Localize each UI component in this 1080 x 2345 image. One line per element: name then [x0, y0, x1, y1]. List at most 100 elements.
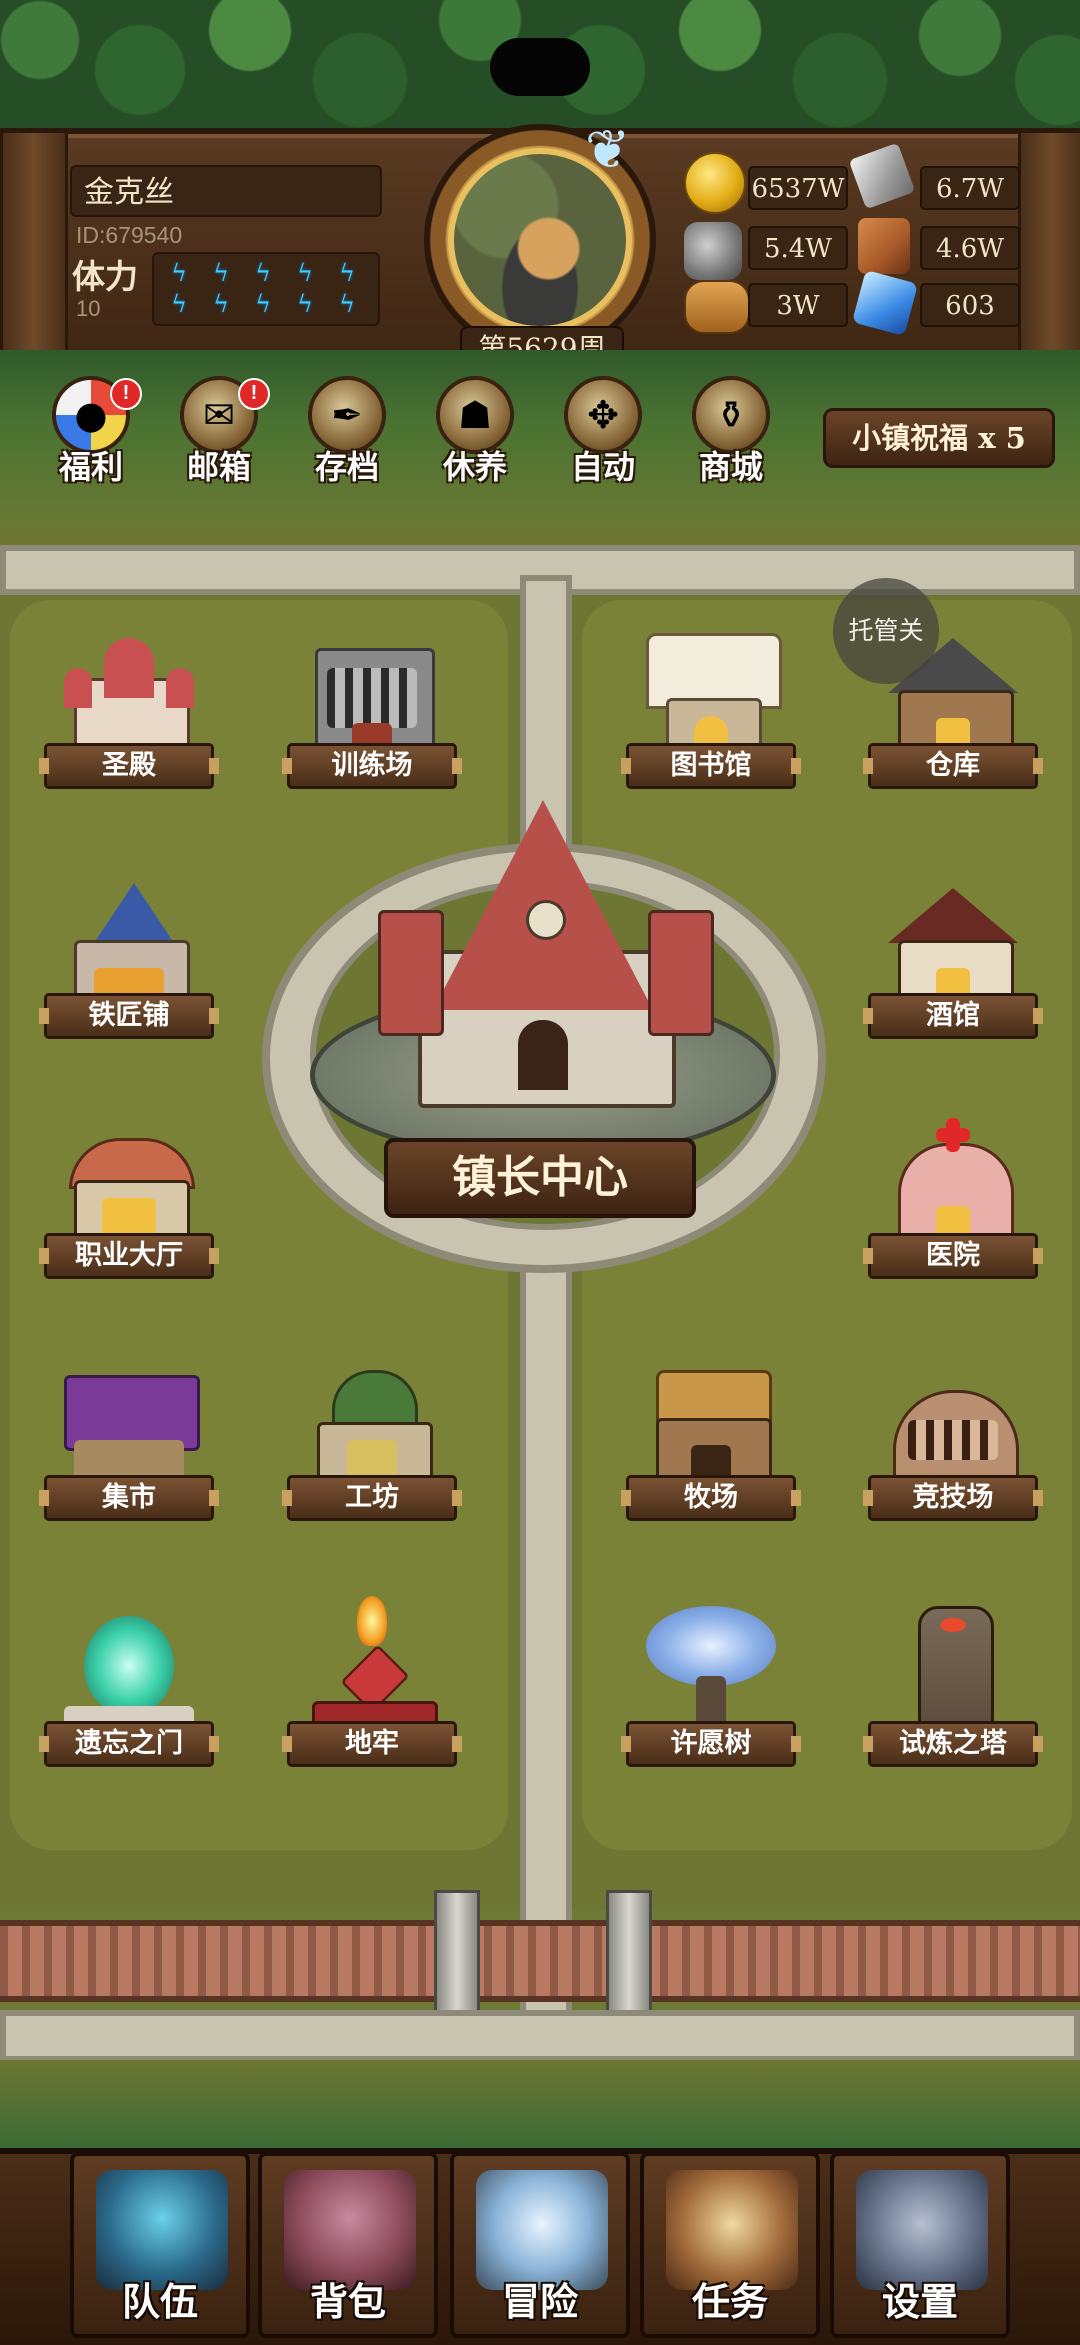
building-label: 训练场: [282, 743, 462, 789]
stamina-bolt-icon: ϟ: [171, 259, 187, 287]
stamina-bolt-icon: ϟ: [255, 259, 271, 287]
arena-art: [888, 1360, 1019, 1496]
stamina-bolt-icon: ϟ: [171, 290, 187, 318]
workshop-art: [307, 1360, 437, 1496]
nav-team-button[interactable]: 队伍: [70, 2152, 250, 2338]
building-label: 图书馆: [621, 743, 801, 789]
building-label: 酒馆: [863, 993, 1043, 1039]
nav-settings-button[interactable]: 设置: [830, 2152, 1010, 2338]
building-hospital[interactable]: 医院: [863, 1108, 1043, 1298]
road-lower: [0, 2010, 1080, 2062]
building-label: 牧场: [621, 1475, 801, 1521]
building-label: 地牢: [282, 1721, 462, 1767]
nav-label: 设置: [881, 2279, 958, 2324]
stamina-bolt-icon: ϟ: [339, 290, 355, 318]
building-arena[interactable]: 竞技场: [863, 1350, 1043, 1540]
player-name: 金克丝: [70, 165, 382, 217]
camera-notch: [490, 38, 590, 96]
menu-shop[interactable]: ⚱ 商城: [670, 376, 792, 488]
town-hall-window: [526, 900, 566, 940]
auto-trustee-toggle[interactable]: 托管关: [833, 578, 939, 684]
stamina-bar: ϟϟϟϟϟϟϟϟϟϟ: [152, 252, 380, 326]
building-label: 许愿树: [621, 1721, 801, 1767]
blacksmith-art: [64, 878, 194, 1014]
building-tavern[interactable]: 酒馆: [863, 868, 1043, 1058]
building-label: 试炼之塔: [863, 1721, 1043, 1767]
stamina-bolt-icon: ϟ: [213, 259, 229, 287]
building-label: 仓库: [863, 743, 1043, 789]
gate-post-right: [606, 1890, 652, 2016]
stamina-value: 10: [76, 296, 101, 321]
left-pillar: [0, 130, 68, 366]
forgotten-gate-art: [64, 1606, 194, 1736]
menu-label: 休养: [442, 448, 507, 486]
nav-label: 冒险: [501, 2279, 578, 2324]
building-job-hall[interactable]: 职业大厅: [39, 1108, 219, 1298]
holy-hall-art: [64, 628, 194, 764]
hospital-art: [888, 1118, 1018, 1254]
trial-tower-art: [888, 1606, 1018, 1742]
stamina-bolt-icon: ϟ: [297, 290, 313, 318]
town-hall-label[interactable]: 镇长中心: [384, 1138, 696, 1218]
nav-quest-button[interactable]: 任务: [640, 2152, 820, 2338]
leather-hide-icon: [858, 218, 910, 274]
menu-rest[interactable]: ☗ 休养: [414, 376, 536, 488]
building-blacksmith[interactable]: 铁匠铺: [39, 868, 219, 1058]
town-hall-wing-left: [378, 910, 444, 1036]
town-hall-building[interactable]: [378, 800, 714, 1130]
market-art: [64, 1360, 200, 1490]
wishing-tree-art: [646, 1606, 776, 1736]
building-wishing-tree[interactable]: 许愿树: [621, 1596, 801, 1786]
building-label: 集市: [39, 1475, 219, 1521]
library-art: [646, 628, 782, 764]
menu-welfare[interactable]: ● ! 福利: [30, 376, 152, 488]
ranch-art: [646, 1360, 776, 1496]
town-hall-door: [518, 1020, 568, 1090]
nav-label: 队伍: [121, 2279, 198, 2324]
building-label: 医院: [863, 1233, 1043, 1279]
job-hall-art: [64, 1118, 195, 1254]
stamina-bolt-icon: ϟ: [297, 259, 313, 287]
iron-amount: 6.7W: [920, 166, 1020, 210]
forest-bottom: [0, 2060, 1080, 2150]
nav-adventure-button[interactable]: 冒险: [450, 2152, 630, 2338]
menu-save[interactable]: ✒ 存档: [286, 376, 408, 488]
building-dungeon[interactable]: 地牢: [282, 1596, 462, 1786]
menu-auto[interactable]: ✥ 自动: [542, 376, 664, 488]
nav-backpack-button[interactable]: 背包: [258, 2152, 438, 2338]
building-label: 圣殿: [39, 743, 219, 789]
nav-label: 任务: [691, 2279, 768, 2324]
building-workshop[interactable]: 工坊: [282, 1350, 462, 1540]
menu-label: 邮箱: [186, 448, 251, 486]
alert-badge: !: [110, 378, 142, 410]
building-label: 工坊: [282, 1475, 462, 1521]
gate-post-left: [434, 1890, 480, 2016]
stone-amount: 5.4W: [748, 226, 848, 270]
right-pillar: [1018, 130, 1080, 366]
town-fence: [0, 1920, 1080, 2002]
alert-badge: !: [238, 378, 270, 410]
dungeon-art: [307, 1596, 438, 1742]
wood-log-icon: [684, 280, 750, 334]
building-forgotten-gate[interactable]: 遗忘之门: [39, 1596, 219, 1786]
building-label: 竞技场: [863, 1475, 1043, 1521]
stamina-bolt-icon: ϟ: [339, 259, 355, 287]
stamina-bolt-icon: ϟ: [213, 290, 229, 318]
town-blessing-button[interactable]: 小镇祝福 x 5: [823, 408, 1055, 468]
menu-mailbox[interactable]: ✉ ! 邮箱: [158, 376, 280, 488]
building-library[interactable]: 图书馆: [621, 618, 801, 808]
building-label: 职业大厅: [39, 1233, 219, 1279]
building-market[interactable]: 集市: [39, 1350, 219, 1540]
building-ranch[interactable]: 牧场: [621, 1350, 801, 1540]
gold-coin-icon: [684, 152, 746, 214]
building-trial-tower[interactable]: 试炼之塔: [863, 1596, 1043, 1786]
building-label: 遗忘之门: [39, 1721, 219, 1767]
stamina-bolt-icon: ϟ: [255, 290, 271, 318]
hide-amount: 4.6W: [920, 226, 1020, 270]
building-training-ground[interactable]: 训练场: [282, 618, 462, 808]
menu-label: 福利: [58, 448, 123, 486]
building-holy-hall[interactable]: 圣殿: [39, 618, 219, 808]
stamina-label: 体力: [72, 257, 138, 296]
menu-label: 自动: [570, 448, 635, 486]
training-ground-art: [307, 628, 437, 764]
